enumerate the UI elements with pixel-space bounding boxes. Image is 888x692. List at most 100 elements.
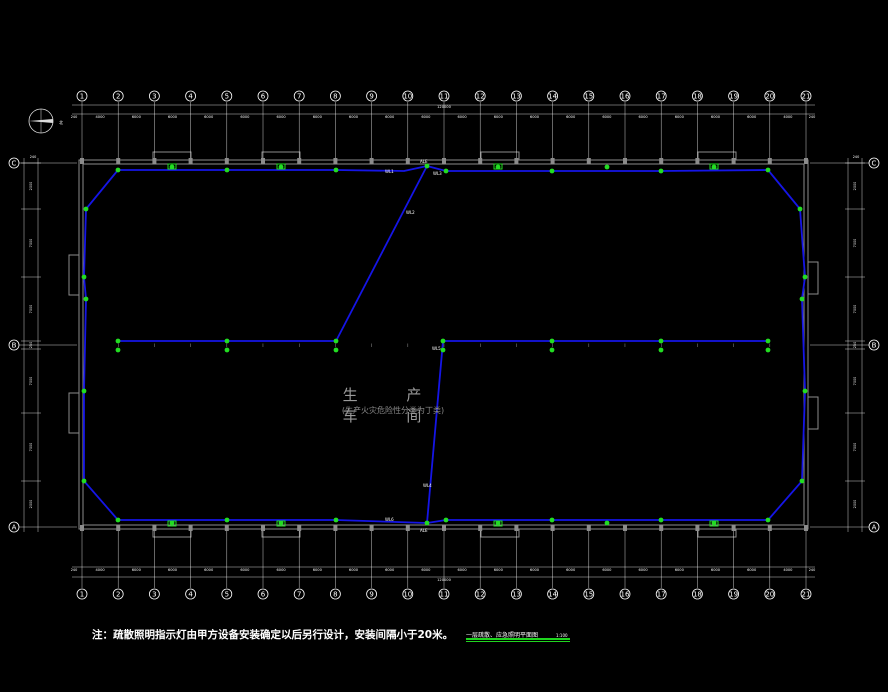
circuit-label: WL1 bbox=[385, 169, 394, 174]
door-opening bbox=[480, 528, 520, 538]
wall-column bbox=[369, 158, 374, 164]
emergency-light-icon bbox=[658, 168, 664, 174]
column-mark: I bbox=[516, 343, 517, 348]
side-dim: 2000 bbox=[853, 182, 857, 191]
panel-label: ALE bbox=[420, 159, 428, 164]
axis-label: 3 bbox=[152, 93, 156, 101]
column-mark: I bbox=[190, 343, 191, 348]
axis-label: 16 bbox=[621, 93, 630, 101]
wall-column bbox=[514, 158, 519, 164]
circuit-labels: WL1 WL2 WL3 WL4 WL5 WL6 ALE ALE bbox=[385, 159, 442, 533]
axis-label: 12 bbox=[476, 591, 485, 599]
span-dim: 6000 bbox=[385, 568, 395, 572]
axis-label: 15 bbox=[584, 591, 593, 599]
wall-column bbox=[152, 525, 157, 531]
title-underline bbox=[466, 638, 570, 640]
side-dim: 7000 bbox=[853, 443, 857, 452]
axis-label: 6 bbox=[261, 591, 266, 599]
edge-dim: 240 bbox=[809, 115, 815, 119]
span-dim: 4000 bbox=[783, 568, 793, 572]
span-dim: 6000 bbox=[204, 568, 214, 572]
span-dim: 6000 bbox=[747, 568, 757, 572]
door-opening bbox=[697, 528, 737, 538]
span-dim: 6000 bbox=[639, 568, 649, 572]
emergency-light-icon bbox=[549, 347, 555, 353]
span-dim: 6000 bbox=[602, 568, 612, 572]
column-mark: I bbox=[407, 343, 408, 348]
wall-column bbox=[333, 525, 338, 531]
door-opening bbox=[261, 151, 301, 161]
side-dim: 7000 bbox=[853, 377, 857, 386]
span-dim: 6000 bbox=[711, 568, 721, 572]
emergency-light-icon bbox=[799, 478, 805, 484]
column-mark: I bbox=[154, 343, 155, 348]
wall-column bbox=[659, 525, 664, 531]
span-dim: 4000 bbox=[783, 115, 793, 119]
wall-column bbox=[80, 525, 84, 531]
axis-label: 19 bbox=[729, 591, 738, 599]
span-dim: 6000 bbox=[277, 568, 287, 572]
span-dim: 4000 bbox=[96, 115, 106, 119]
circuit-label: WL2 bbox=[406, 210, 415, 215]
column-mark: I bbox=[733, 343, 734, 348]
span-dim: 6000 bbox=[458, 115, 468, 119]
axis-label: 16 bbox=[621, 591, 630, 599]
floor-plan-drawing: 北 4000 4000 6000 6000 6000 6000 6000 6000 6000 60… bbox=[8, 90, 880, 600]
axis-label: 21 bbox=[802, 591, 811, 599]
wall-column bbox=[550, 525, 555, 531]
span-dim: 6000 bbox=[566, 568, 576, 572]
wall-column bbox=[550, 158, 555, 164]
column-mark: I bbox=[335, 343, 336, 348]
emergency-light-icon bbox=[333, 167, 339, 173]
span-dim: 6000 bbox=[530, 568, 540, 572]
title-underline-thin bbox=[466, 641, 570, 642]
emergency-light-icon bbox=[424, 520, 430, 526]
wall-column bbox=[586, 525, 591, 531]
span-dim: 6000 bbox=[204, 115, 214, 119]
door-opening bbox=[68, 392, 80, 434]
span-dim: 6000 bbox=[313, 568, 323, 572]
column-mark: I bbox=[588, 343, 589, 348]
emergency-light-icon bbox=[224, 347, 230, 353]
emergency-light-icon bbox=[765, 167, 771, 173]
column-mark: I bbox=[661, 343, 662, 348]
side-dim: 2000 bbox=[853, 500, 857, 509]
axis-label: 1 bbox=[80, 591, 84, 599]
axis-label: 3 bbox=[152, 591, 156, 599]
column-mark: I bbox=[118, 343, 119, 348]
emergency-light-icon bbox=[440, 338, 446, 344]
axis-label: 17 bbox=[657, 591, 666, 599]
door-opening bbox=[261, 528, 301, 538]
column-mark: I bbox=[552, 343, 553, 348]
column-mark: I bbox=[624, 343, 625, 348]
emergency-light-icon bbox=[799, 296, 805, 302]
wall-column bbox=[659, 158, 664, 164]
emergency-light-icon bbox=[765, 517, 771, 523]
emergency-light-icon bbox=[81, 478, 87, 484]
circuit-branch-b-right bbox=[426, 340, 768, 524]
circuit-label: WL4 bbox=[423, 483, 432, 488]
side-dim: 2000 bbox=[29, 182, 33, 191]
north-label: 北 bbox=[59, 119, 63, 125]
side-dim: 250 bbox=[853, 342, 857, 348]
wall-column bbox=[586, 158, 591, 164]
emergency-light-icon bbox=[549, 168, 555, 174]
wall-column bbox=[405, 525, 410, 531]
emergency-light-icon bbox=[115, 347, 121, 353]
edge-dim: 240 bbox=[809, 568, 815, 572]
wall-column bbox=[442, 525, 446, 531]
wall-column bbox=[297, 158, 302, 164]
emergency-light-icon bbox=[658, 517, 664, 523]
emergency-light-icon bbox=[549, 338, 555, 344]
span-dim: 6000 bbox=[566, 115, 576, 119]
wall-column bbox=[695, 158, 700, 164]
emergency-light-icon bbox=[549, 517, 555, 523]
span-dim: 6000 bbox=[675, 568, 685, 572]
circuit-branch-b-left bbox=[118, 165, 428, 342]
axis-label: 11 bbox=[440, 93, 449, 101]
emergency-light-icon bbox=[333, 517, 339, 523]
span-dim: 6000 bbox=[313, 115, 323, 119]
wall-column bbox=[224, 525, 229, 531]
axis-label: 14 bbox=[548, 93, 557, 101]
circuit-loop-left bbox=[83, 165, 428, 524]
